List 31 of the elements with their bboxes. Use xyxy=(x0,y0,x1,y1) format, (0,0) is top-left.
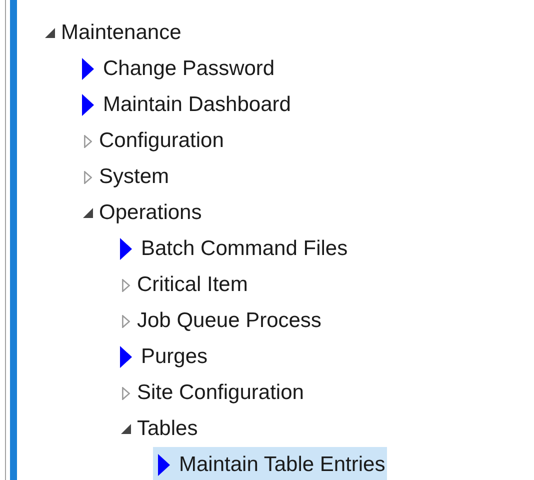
collapsed-triangle-icon[interactable] xyxy=(122,386,130,400)
item-label: Site Configuration xyxy=(137,380,304,406)
item-label: Purges xyxy=(141,344,208,370)
collapsed-triangle-icon[interactable] xyxy=(84,134,92,148)
collapsed-triangle-icon[interactable] xyxy=(122,278,130,292)
item-arrow-icon xyxy=(120,346,132,368)
item-label: Change Password xyxy=(103,56,275,82)
tree-item[interactable]: Batch Command Files xyxy=(115,231,350,267)
expanded-triangle-icon[interactable] xyxy=(121,424,131,434)
item-arrow-icon xyxy=(82,58,94,80)
expanded-triangle-icon[interactable] xyxy=(45,28,55,38)
item-label: Configuration xyxy=(99,128,224,154)
item-arrow-icon xyxy=(120,238,132,260)
item-label: Operations xyxy=(99,200,202,226)
item-label: Maintain Table Entries xyxy=(179,452,386,478)
collapsed-triangle-icon[interactable] xyxy=(84,170,92,184)
item-arrow-icon xyxy=(82,94,94,116)
item-label: Maintenance xyxy=(61,20,182,46)
tree-item[interactable]: Maintain Dashboard xyxy=(77,87,293,123)
tree-item[interactable]: Purges xyxy=(115,339,210,375)
item-arrow-icon xyxy=(158,454,170,476)
item-label: Maintain Dashboard xyxy=(103,92,291,118)
item-label: Batch Command Files xyxy=(141,236,348,262)
tree-item[interactable]: Change Password xyxy=(77,51,277,87)
item-label: Critical Item xyxy=(137,272,248,298)
item-label: System xyxy=(99,164,170,190)
item-label: Tables xyxy=(137,416,198,442)
item-label: Job Queue Process xyxy=(137,308,322,334)
collapsed-triangle-icon[interactable] xyxy=(122,314,130,328)
tree-item[interactable]: Maintain Table Entries xyxy=(153,447,388,480)
expanded-triangle-icon[interactable] xyxy=(83,208,93,218)
